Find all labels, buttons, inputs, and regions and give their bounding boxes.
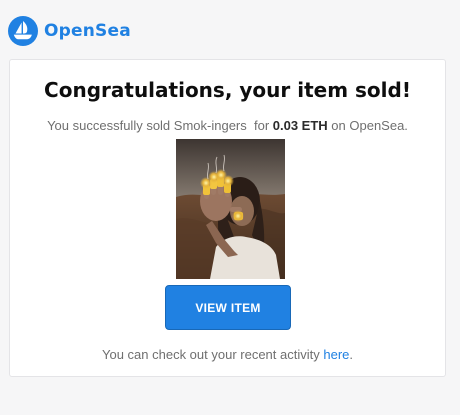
opensea-logo-icon[interactable] — [8, 16, 38, 46]
activity-suffix: . — [349, 347, 354, 362]
brand-name[interactable]: OpenSea — [44, 21, 131, 41]
email-header: OpenSea — [8, 14, 131, 48]
activity-prefix: You can check out your recent activity — [101, 347, 324, 362]
activity-here-link[interactable]: here — [323, 347, 349, 362]
sale-price: 0.03 ETH — [272, 118, 328, 133]
message-prefix: You successfully sold — [47, 118, 174, 133]
sale-notification-card: Congratulations, your item sold! You suc… — [9, 59, 446, 377]
message-suffix: on OpenSea. — [327, 118, 408, 133]
activity-note: You can check out your recent activity h… — [10, 347, 445, 362]
message-for: for — [246, 118, 273, 133]
item-name: Smok-ingers — [173, 118, 247, 133]
nft-image[interactable] — [176, 139, 285, 279]
sale-message: You successfully sold Smok-ingers for 0.… — [10, 118, 445, 133]
view-item-button[interactable]: VIEW ITEM — [165, 285, 291, 330]
page-title: Congratulations, your item sold! — [44, 78, 411, 102]
